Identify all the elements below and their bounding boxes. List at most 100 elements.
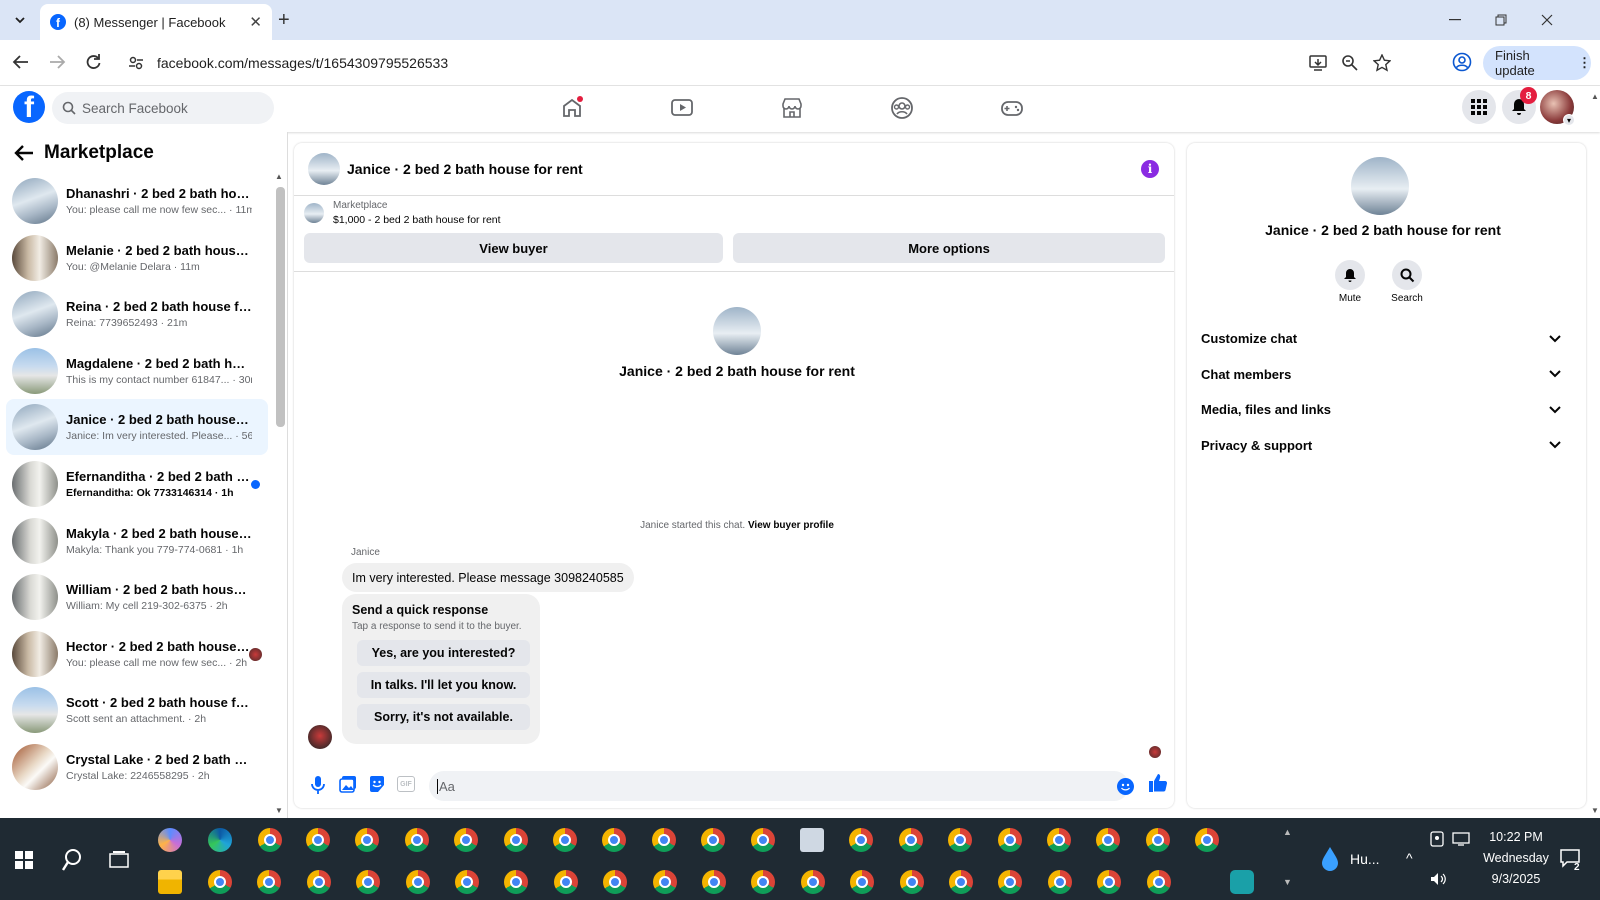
back-arrow-icon[interactable] [14,144,34,162]
show-hidden-icons-icon[interactable]: ^ [1406,850,1413,866]
chrome-profile-icon[interactable] [652,870,677,894]
address-bar[interactable]: facebook.com/messages/t/1654309795526533 [119,45,1431,81]
chrome-profile-icon[interactable] [1097,870,1122,894]
site-info-icon[interactable] [128,55,144,71]
account-chevron-icon[interactable]: ▾ [1563,114,1575,126]
minimize-window-icon[interactable] [1432,0,1478,40]
chrome-profile-icon[interactable] [751,870,776,894]
conversation-item[interactable]: William · 2 bed 2 bath house fo... Willia… [6,569,268,625]
gaming-nav-icon[interactable] [1000,96,1026,122]
facebook-logo[interactable]: f [13,91,45,123]
install-app-icon[interactable] [1309,54,1327,72]
video-nav-icon[interactable] [670,96,696,122]
chrome-profile-icon[interactable] [849,828,874,852]
sticker-icon[interactable] [368,775,386,793]
conversation-item[interactable]: Magdalene · 2 bed 2 bath hous... This is … [6,343,268,399]
windows-start-icon[interactable] [15,851,33,869]
taskbar-scroll-down-icon[interactable]: ▼ [1283,877,1293,887]
close-window-icon[interactable] [1524,0,1570,40]
conversation-item[interactable]: Hector · 2 bed 2 bath house f... You: ple… [6,626,268,682]
new-tab-plus-icon[interactable]: + [278,9,290,32]
list-scrollbar[interactable] [276,187,285,427]
page-scroll-up-icon[interactable]: ▲ [1591,92,1599,101]
chrome-profile-icon[interactable] [948,828,973,852]
info-icon[interactable]: i [1141,160,1159,178]
task-view-icon[interactable] [109,850,129,870]
chrome-profile-icon[interactable] [1047,870,1072,894]
conversation-item[interactable]: Reina · 2 bed 2 bath house for r... Reina… [6,286,268,342]
reload-icon[interactable] [84,53,102,71]
finish-update-button[interactable]: Finish update ⋮ [1483,46,1591,80]
chrome-profile-icon[interactable] [455,870,479,894]
chrome-profile-icon[interactable] [208,870,232,894]
info-section-row[interactable]: Privacy & support [1201,438,1561,453]
menu-grid-icon[interactable] [1462,90,1496,124]
chrome-profile-icon[interactable] [553,870,578,894]
weather-widget[interactable]: Hu... [1320,846,1380,872]
view-buyer-profile-link[interactable]: View buyer profile [748,520,834,531]
back-arrow-icon[interactable] [12,53,30,71]
conversation-item[interactable]: Melanie · 2 bed 2 bath house fo... You: @… [6,230,268,286]
info-section-row[interactable]: Customize chat [1201,331,1561,346]
more-options-button[interactable]: More options [733,233,1165,263]
chrome-profile-icon[interactable] [800,870,825,894]
info-section-row[interactable]: Media, files and links [1201,402,1561,417]
search-conversation-icon[interactable] [1392,260,1422,290]
taskbar-scroll[interactable]: ▲ ▼ [1283,827,1293,895]
meet-now-icon[interactable] [1430,831,1444,847]
chrome-profile-icon[interactable] [1047,828,1071,852]
zoom-icon[interactable] [1341,54,1359,72]
marketplace-nav-icon[interactable] [780,96,806,122]
message-bubble[interactable]: Im very interested. Please message 30982… [342,563,634,592]
microphone-icon[interactable] [310,775,326,795]
edge-icon[interactable] [208,828,232,852]
conversation-item[interactable]: Scott · 2 bed 2 bath house for r... Scott… [6,682,268,738]
chrome-profile-icon[interactable] [603,870,628,894]
volume-icon[interactable] [1430,872,1448,886]
groups-nav-icon[interactable] [890,96,916,122]
bookmark-star-icon[interactable] [1373,54,1391,72]
browser-tab[interactable]: f (8) Messenger | Facebook ✕ [40,4,272,40]
network-icon[interactable] [1452,832,1470,846]
chrome-profile-icon[interactable] [602,828,627,852]
gif-icon[interactable]: GIF [397,776,415,792]
emoji-icon[interactable] [1117,778,1134,795]
clock[interactable]: 10:22 PM Wednesday 9/3/2025 [1476,827,1556,890]
app-s-icon[interactable] [1230,870,1254,894]
chrome-profile-icon[interactable] [504,870,529,894]
quick-reply-button[interactable]: Yes, are you interested? [357,640,530,666]
chrome-profile-icon[interactable] [257,870,282,894]
quick-reply-button[interactable]: Sorry, it's not available. [357,704,530,730]
conversation-item[interactable]: Efernanditha · 2 bed 2 bath h... Efernand… [6,456,268,512]
chrome-profile-icon[interactable] [355,828,380,852]
file-explorer-icon[interactable] [158,870,182,894]
chrome-profile-icon[interactable] [702,870,726,894]
profile-icon[interactable] [1452,52,1472,72]
chrome-profile-icon[interactable] [306,828,330,852]
conversation-item[interactable]: Janice · 2 bed 2 bath house for ... Janic… [6,399,268,456]
message-input[interactable]: Aa [429,771,1134,801]
taskbar-scroll-up-icon[interactable]: ▲ [1283,827,1293,837]
chrome-profile-icon[interactable] [404,828,429,852]
mute-bell-icon[interactable] [1335,260,1365,290]
tab-search-chevron-icon[interactable] [8,8,32,32]
page-scroll-down-icon[interactable]: ▼ [1591,806,1599,815]
thumbs-up-icon[interactable] [1148,773,1168,793]
chrome-profile-icon[interactable] [898,828,923,852]
chrome-profile-icon[interactable] [306,870,331,894]
chrome-profile-icon[interactable] [701,828,726,852]
forward-arrow-icon[interactable] [48,53,66,71]
chrome-profile-icon[interactable] [998,870,1023,894]
photo-icon[interactable] [339,775,357,793]
chrome-profile-icon[interactable] [651,828,676,852]
chrome-profile-icon[interactable] [405,870,430,894]
taskbar-search-icon[interactable] [61,848,83,872]
chrome-profile-icon[interactable] [454,828,479,852]
restore-window-icon[interactable] [1478,0,1524,40]
copilot-icon[interactable] [158,828,182,852]
chrome-profile-icon[interactable] [1146,870,1171,894]
conversation-item[interactable]: Crystal Lake · 2 bed 2 bath hous... Cryst… [6,739,268,795]
chrome-profile-icon[interactable] [553,828,577,852]
chrome-icon[interactable] [258,828,282,852]
listing-text[interactable]: $1,000 - 2 bed 2 bath house for rent [333,214,501,226]
